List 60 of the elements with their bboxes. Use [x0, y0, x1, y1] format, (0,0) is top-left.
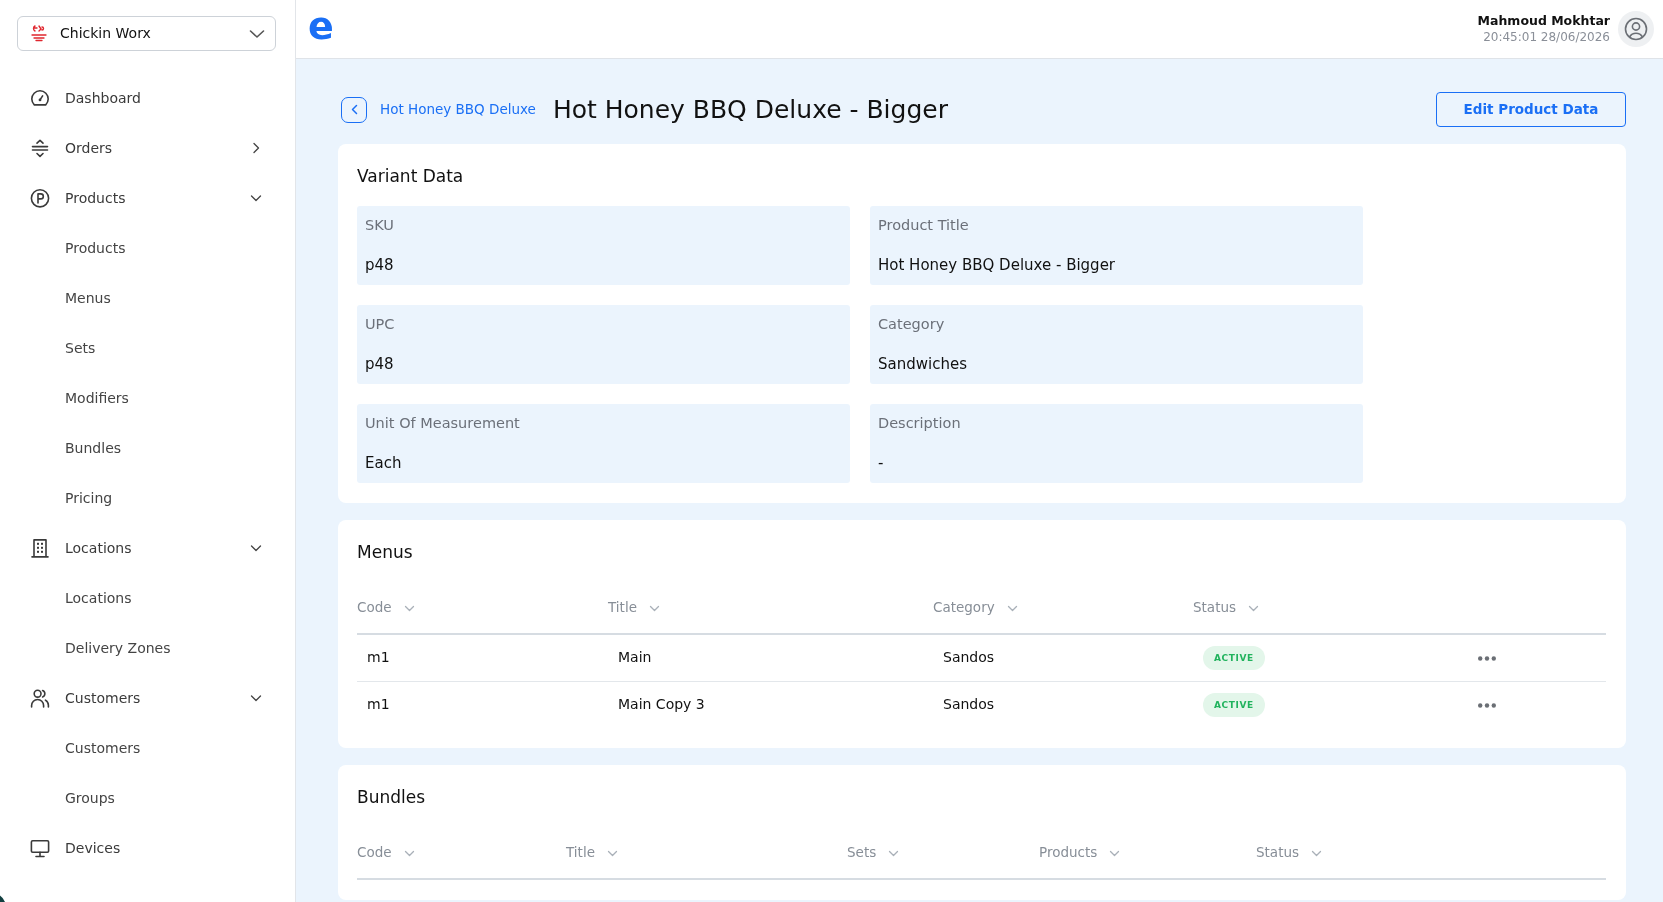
sidebar-subitem[interactable]: Pricing [65, 487, 113, 509]
more-options-icon[interactable] [1478, 655, 1496, 661]
back-button[interactable] [341, 96, 367, 123]
edit-button[interactable]: Edit Product Data [1436, 92, 1626, 127]
sidebar-subitem[interactable]: Delivery Zones [65, 637, 171, 659]
sidebar-item[interactable]: Dashboard [30, 87, 262, 109]
sidebar-item[interactable]: Products [30, 187, 262, 209]
sidebar-subitem[interactable]: Groups [65, 787, 115, 809]
status-badge: ACTIVE [1203, 692, 1265, 717]
sidebar-item[interactable]: Customers [30, 687, 262, 709]
field-label: Unit Of Measurement [365, 414, 520, 433]
more-options-icon[interactable] [1478, 702, 1496, 708]
sidebar-subitem[interactable]: Sets [65, 337, 96, 359]
section-title: Bundles [357, 786, 427, 809]
p-circle-icon [30, 187, 50, 209]
title-text: Main Copy 3 [618, 696, 705, 713]
category-text: Sandos [943, 696, 995, 713]
category-text: Sandos [943, 649, 995, 666]
section-title: Variant Data [357, 165, 465, 188]
monitor-icon [30, 837, 50, 859]
status-badge: ACTIVE [1203, 645, 1265, 670]
chevron-left-icon [349, 104, 359, 115]
field-label: UPC [365, 315, 395, 334]
brand-logo-icon [29, 24, 49, 43]
brand-selector[interactable]: Chickin Worx [17, 16, 276, 51]
field-value: Sandwiches [878, 354, 967, 375]
users-icon [30, 687, 50, 709]
sidebar-subitem[interactable]: Menus [65, 287, 111, 309]
breadcrumb-link[interactable]: Hot Honey BBQ Deluxe [380, 99, 536, 120]
title-text: Main [618, 649, 652, 666]
field-label: Category [878, 315, 945, 334]
field-value: p48 [365, 255, 394, 276]
field-label: Description [878, 414, 961, 433]
sidebar-subitem[interactable]: Bundles [65, 437, 122, 459]
corner-widget-icon[interactable] [0, 895, 5, 902]
sidebar-item[interactable]: Devices [30, 837, 262, 859]
gauge-icon [30, 87, 50, 109]
timestamp: 20:45:01 28/06/2026 [1482, 29, 1610, 45]
avatar-icon[interactable] [1618, 11, 1654, 47]
code-text: m1 [367, 649, 390, 666]
field-value: Each [365, 453, 402, 474]
field-value: p48 [365, 354, 394, 375]
sidebar-item[interactable]: Orders [30, 137, 262, 159]
sidebar-subitem[interactable]: Locations [65, 587, 132, 609]
app-logo: e [308, 7, 334, 45]
sidebar-subitem[interactable]: Modifiers [65, 387, 129, 409]
chevron-down-icon [249, 28, 265, 39]
field-value: Hot Honey BBQ Deluxe - Bigger [878, 255, 1116, 276]
page-title: Hot Honey BBQ Deluxe - Bigger [552, 94, 948, 126]
sidebar-subitem[interactable]: Products [65, 237, 126, 259]
building-icon [30, 537, 50, 559]
field-value: - [878, 453, 884, 474]
user-name: Mahmoud Mokhtar [1477, 13, 1610, 29]
field-label: Product Title [878, 216, 969, 235]
sidebar-subitem[interactable]: Customers [65, 737, 141, 759]
code-text: m1 [367, 696, 390, 713]
section-title: Menus [357, 541, 414, 564]
sidebar-item[interactable]: Locations [30, 537, 262, 559]
sort-lines-icon [30, 137, 50, 159]
field-label: SKU [365, 216, 394, 235]
